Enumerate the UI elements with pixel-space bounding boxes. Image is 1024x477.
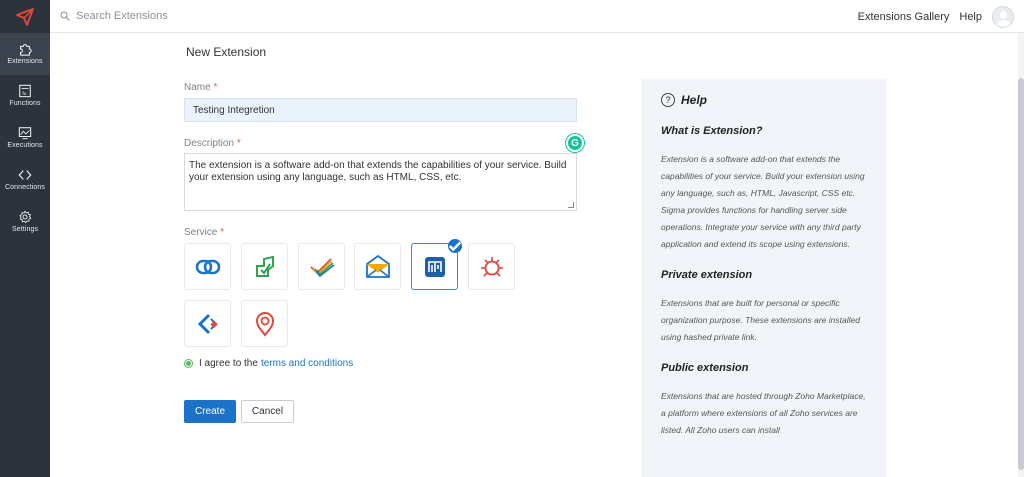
description-label-text: Description (184, 138, 235, 149)
sidebar-item-label: Extensions (7, 58, 43, 65)
cancel-button[interactable]: Cancel (241, 400, 294, 423)
service-option-7[interactable] (184, 300, 231, 347)
sidebar-item-label: Settings (11, 226, 39, 233)
sidebar-item-label: Executions (7, 142, 43, 149)
top-bar: Search Extensions Extensions Gallery Hel… (50, 0, 1024, 33)
help-title-text: Help (681, 93, 708, 107)
service-option-2[interactable] (241, 243, 288, 290)
avatar[interactable] (992, 6, 1014, 28)
required-mark: * (236, 138, 241, 149)
scrollbar[interactable] (1018, 33, 1024, 477)
service-label: Service * (184, 227, 224, 238)
sidebar-item-connections[interactable]: Connections (0, 159, 50, 201)
service-option-8[interactable] (241, 300, 288, 347)
help-body: Extension is a software add-on that exte… (661, 154, 865, 249)
zoho-checkmark-icon (309, 257, 334, 277)
terms-agreement: I agree to the terms and conditions (184, 358, 353, 369)
connection-icon (18, 170, 32, 180)
search-input[interactable]: Search Extensions (60, 10, 168, 22)
sidebar-item-extensions[interactable]: Extensions (0, 33, 50, 75)
page-title: New Extension (186, 45, 267, 59)
create-button[interactable]: Create (184, 400, 236, 423)
gear-icon (19, 210, 32, 224)
resize-handle[interactable] (568, 202, 574, 208)
zoho-mail-icon (365, 254, 390, 278)
zoho-sprints-icon (197, 313, 218, 334)
service-option-3[interactable] (298, 243, 345, 290)
name-label: Name * (184, 82, 217, 93)
description-text: The extension is a software add-on that … (189, 160, 567, 183)
required-mark: * (220, 227, 225, 238)
sidebar-item-label: Connections (4, 184, 45, 191)
name-field[interactable]: Testing Integretion (184, 98, 577, 122)
app-logo[interactable] (0, 0, 50, 33)
service-option-1[interactable] (184, 243, 231, 290)
top-right-menu: Extensions Gallery Help (858, 6, 1014, 28)
monitor-icon (18, 127, 32, 140)
sidebar-item-functions[interactable]: fx Functions (0, 75, 50, 117)
help-link[interactable]: Help (959, 11, 982, 23)
help-title: ? Help (661, 93, 866, 107)
help-heading: Private extension (661, 269, 753, 281)
help-heading: Public extension (661, 362, 749, 374)
grammarly-icon[interactable]: G (566, 134, 584, 152)
zoho-link-icon (195, 259, 220, 274)
service-option-4[interactable] (354, 243, 401, 290)
help-body: Extensions that are built for personal o… (661, 298, 860, 342)
name-label-text: Name (184, 82, 211, 93)
required-mark: * (213, 82, 218, 93)
sidebar: Extensions fx Functions Executions Conne… (0, 0, 50, 477)
question-icon: ? (661, 93, 675, 107)
agree-radio[interactable] (184, 359, 193, 368)
service-option-6[interactable] (468, 243, 515, 290)
help-body: Extensions that are hosted through Zoho … (661, 391, 866, 435)
search-placeholder: Search Extensions (76, 10, 168, 22)
search-icon (60, 11, 70, 21)
location-pin-icon (255, 311, 274, 337)
svg-text:fx: fx (22, 91, 27, 97)
zoho-projects-icon (424, 256, 445, 277)
help-heading: What is Extension? (661, 125, 763, 137)
terms-link[interactable]: terms and conditions (261, 358, 353, 369)
selected-check-icon (448, 239, 462, 253)
help-panel: ? Help What is Extension? Extension is a… (641, 79, 886, 477)
description-field[interactable]: The extension is a software add-on that … (184, 153, 577, 211)
function-icon: fx (19, 84, 31, 98)
bug-tracker-icon (480, 256, 503, 277)
agree-text: I agree to the (199, 358, 258, 369)
sidebar-item-label: Functions (9, 100, 41, 107)
sidebar-item-settings[interactable]: Settings (0, 201, 50, 243)
logo-icon (16, 7, 34, 26)
service-label-text: Service (184, 227, 218, 238)
scrollbar-thumb[interactable] (1018, 78, 1024, 470)
description-label: Description * (184, 138, 241, 149)
zoho-creator-icon (255, 255, 274, 277)
extensions-gallery-link[interactable]: Extensions Gallery (858, 11, 950, 23)
puzzle-icon (20, 44, 32, 56)
service-option-5[interactable] (411, 239, 462, 290)
sidebar-item-executions[interactable]: Executions (0, 117, 50, 159)
